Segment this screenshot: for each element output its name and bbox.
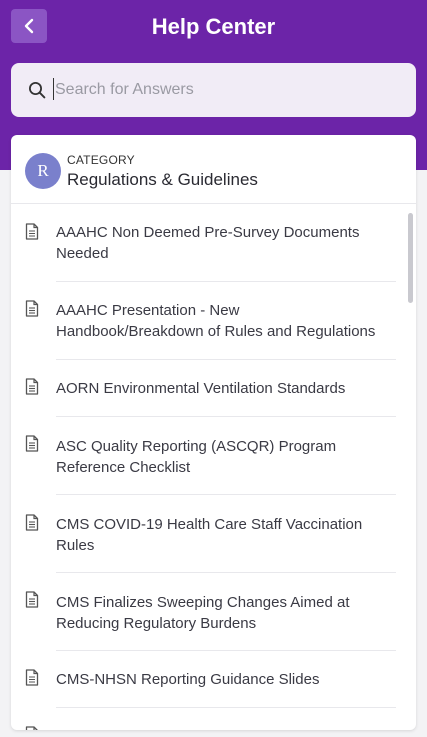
- category-card: R CATEGORY Regulations & Guidelines AAAH…: [11, 135, 416, 730]
- scrollbar-thumb[interactable]: [408, 213, 413, 303]
- document-icon: [25, 669, 39, 686]
- text-cursor: [53, 78, 54, 100]
- article-title: CMS Finalizes Sweeping Changes Aimed at …: [56, 594, 350, 632]
- document-icon: [25, 223, 39, 240]
- document-icon: [25, 300, 39, 317]
- category-avatar: R: [25, 153, 61, 189]
- article-title: ASC Quality Reporting (ASCQR) Program Re…: [56, 438, 337, 476]
- category-header: R CATEGORY Regulations & Guidelines: [11, 135, 416, 204]
- document-icon: [25, 435, 39, 452]
- article-title: CMS COVID-19 Health Care Staff Vaccinati…: [56, 516, 363, 554]
- document-icon: [25, 591, 39, 608]
- document-icon: [25, 378, 39, 395]
- article-item[interactable]: CMS-NHSN Reporting Guidance Slides: [11, 651, 397, 708]
- article-title: AAAHC Non Deemed Pre-Survey Documents Ne…: [56, 224, 360, 262]
- article-item[interactable]: AORN Environmental Ventilation Standards: [11, 360, 397, 417]
- article-item[interactable]: AAAHC Non Deemed Pre-Survey Documents Ne…: [11, 204, 397, 282]
- article-item[interactable]: CMS COVID-19 Health Care Staff Vaccinati…: [11, 495, 397, 573]
- search-icon: [29, 82, 46, 99]
- article-item[interactable]: CMS Finalizes Sweeping Changes Aimed at …: [11, 573, 397, 651]
- search-bar[interactable]: [11, 63, 416, 117]
- document-icon: [25, 726, 38, 730]
- article-item[interactable]: AAAHC Presentation - New Handbook/Breakd…: [11, 282, 397, 360]
- article-title: AAAHC Presentation - New Handbook/Breakd…: [56, 302, 376, 340]
- page-title: Help Center: [151, 14, 276, 39]
- document-icon: [25, 514, 39, 531]
- article-item[interactable]: ASC Quality Reporting (ASCQR) Program Re…: [11, 417, 397, 495]
- article-item-partial[interactable]: [11, 708, 397, 730]
- article-title: CMS-NHSN Reporting Guidance Slides: [56, 671, 320, 688]
- search-input[interactable]: [53, 75, 395, 105]
- category-name: Regulations & Guidelines: [67, 170, 258, 189]
- article-title: AORN Environmental Ventilation Standards: [56, 380, 346, 397]
- category-label: CATEGORY: [67, 153, 135, 167]
- scrollbar[interactable]: [408, 213, 413, 723]
